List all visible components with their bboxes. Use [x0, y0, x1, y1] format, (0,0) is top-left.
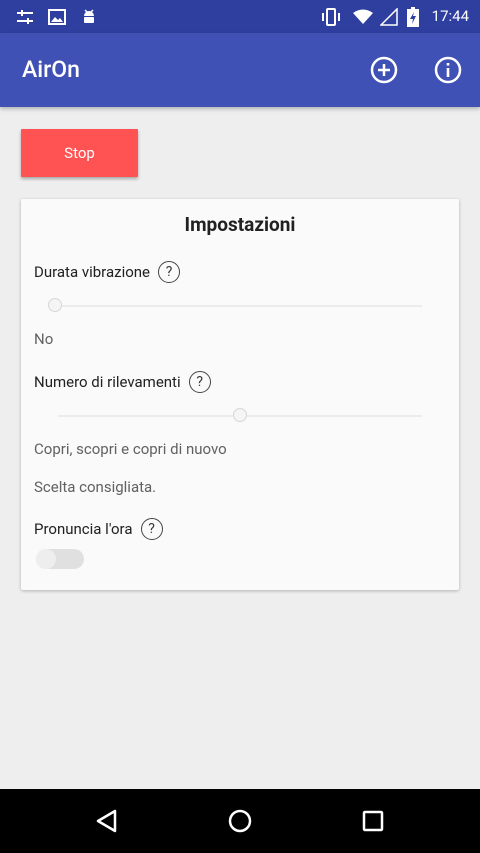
recents-icon[interactable]	[353, 801, 393, 841]
app-title: AirOn	[22, 56, 80, 83]
readings-row: Numero di rilevamenti ?	[34, 371, 211, 393]
readings-value: Copri, scopri e copri di nuovo	[34, 440, 227, 458]
wifi-icon	[350, 0, 376, 33]
navigation-bar	[0, 789, 480, 853]
app-bar: AirOn	[0, 33, 480, 107]
readings-help-icon[interactable]: ?	[188, 371, 211, 393]
vibration-slider-track	[48, 305, 422, 307]
stop-button[interactable]: Stop	[21, 129, 138, 177]
readings-slider[interactable]	[58, 406, 422, 426]
settings-card: Impostazioni Durata vibrazione ? No Nume…	[21, 199, 459, 590]
home-icon[interactable]	[220, 801, 260, 841]
vibration-help-icon[interactable]: ?	[158, 261, 181, 283]
vibration-slider[interactable]	[48, 296, 422, 316]
vibration-value: No	[34, 330, 54, 348]
speak-time-switch[interactable]	[36, 549, 84, 569]
readings-hint: Scelta consigliata.	[34, 478, 157, 496]
speak-time-label: Pronuncia l'ora	[34, 520, 133, 538]
status-time: 17:44	[431, 7, 469, 25]
android-icon	[78, 0, 100, 33]
settings-title: Impostazioni	[184, 213, 296, 236]
image-icon	[46, 0, 68, 33]
back-icon[interactable]	[87, 801, 127, 841]
info-icon[interactable]	[430, 52, 466, 88]
speak-time-help-icon[interactable]: ?	[140, 518, 163, 540]
status-bar: 17:44	[0, 0, 480, 33]
speak-time-row: Pronuncia l'ora ?	[34, 518, 163, 540]
vibrate-icon	[318, 0, 344, 33]
vibration-label: Durata vibrazione	[34, 263, 151, 281]
battery-charging-icon	[404, 0, 422, 33]
tune-icon	[14, 0, 36, 33]
vibration-slider-thumb[interactable]	[48, 298, 62, 312]
vibration-row: Durata vibrazione ?	[34, 261, 181, 283]
speak-time-switch-thumb	[36, 549, 56, 569]
add-circle-icon[interactable]	[366, 52, 402, 88]
readings-slider-thumb[interactable]	[233, 408, 247, 422]
readings-label: Numero di rilevamenti	[34, 373, 181, 391]
signal-icon	[378, 0, 400, 33]
